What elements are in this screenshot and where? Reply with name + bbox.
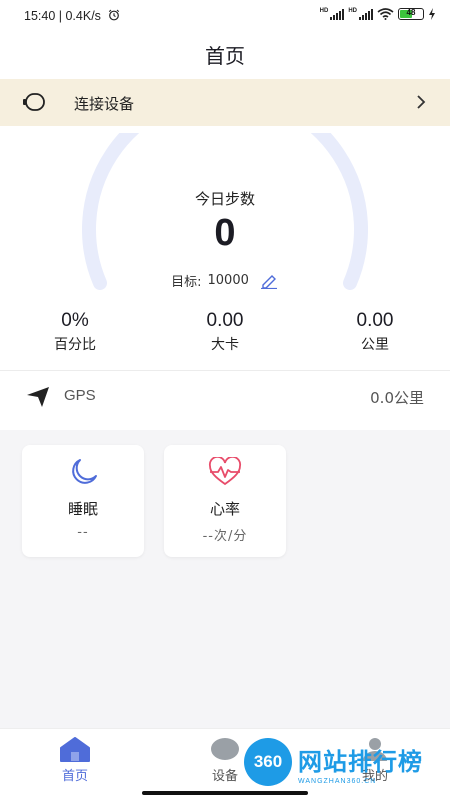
- stat-calories-value: 0.00: [206, 310, 244, 331]
- connect-device-bar[interactable]: 连接设备: [0, 79, 450, 126]
- moon-icon: [72, 459, 97, 484]
- target-label: 目标:: [171, 275, 202, 290]
- alarm-icon: [109, 9, 120, 21]
- gps-row[interactable]: GPS 0.0公里: [0, 372, 450, 420]
- watch-icon: [23, 93, 45, 111]
- tab-home-label: 首页: [61, 769, 88, 784]
- home-icon: [60, 737, 90, 762]
- watermark-sub: WANGZHAN360.CN: [298, 778, 377, 785]
- wifi-icon: [377, 8, 394, 20]
- signal-2-icon: HD: [348, 8, 373, 20]
- status-time-speed: 15:40 | 0.4K/s: [24, 9, 101, 23]
- stat-distance-value: 0.00: [356, 310, 394, 331]
- connect-device-label: 连接设备: [74, 95, 135, 113]
- target-value: 10000: [207, 273, 249, 288]
- navigation-arrow-icon: [27, 387, 49, 407]
- status-bar: 15:40 | 0.4K/s HD HD 48: [0, 0, 450, 32]
- signal-1-icon: HD: [320, 8, 345, 20]
- battery-icon: 48: [398, 8, 424, 20]
- steps-value: 0: [214, 212, 236, 254]
- divider: [0, 370, 450, 371]
- heart-rate-icon: [208, 457, 242, 486]
- stat-percent: 0% 百分比: [15, 310, 135, 354]
- charging-icon: [429, 8, 435, 20]
- stat-distance: 0.00 公里: [315, 310, 435, 354]
- gps-distance-value: 0.0公里: [370, 389, 424, 407]
- watermark-logo: 360 网站排行榜 WANGZHAN360.CN: [236, 736, 450, 794]
- tab-home[interactable]: 首页: [45, 735, 105, 784]
- stat-calories: 0.00 大卡: [165, 310, 285, 354]
- steps-title: 今日步数: [194, 190, 255, 208]
- page-title: 首页: [205, 44, 245, 68]
- heart-rate-value: --次/分: [202, 529, 248, 544]
- gps-label: GPS: [64, 387, 96, 404]
- steps-target[interactable]: 目标: 10000: [0, 271, 450, 290]
- sleep-value: --: [77, 525, 89, 540]
- stat-calories-label: 大卡: [211, 337, 239, 353]
- heart-rate-card[interactable]: 心率 --次/分: [164, 445, 286, 557]
- heart-rate-title: 心率: [209, 500, 240, 518]
- pencil-icon[interactable]: [259, 273, 279, 289]
- watermark-badge: 360: [244, 738, 292, 786]
- stat-percent-label: 百分比: [54, 337, 96, 353]
- stat-distance-label: 公里: [361, 337, 389, 353]
- home-indicator[interactable]: [142, 791, 308, 795]
- sleep-title: 睡眠: [67, 500, 98, 518]
- sleep-card[interactable]: 睡眠 --: [22, 445, 144, 557]
- chevron-right-icon: [417, 95, 426, 109]
- stats-row: 0% 百分比 0.00 大卡 0.00 公里: [0, 310, 450, 360]
- watermark-text: 网站排行榜: [298, 748, 423, 776]
- stat-percent-value: 0%: [61, 310, 89, 331]
